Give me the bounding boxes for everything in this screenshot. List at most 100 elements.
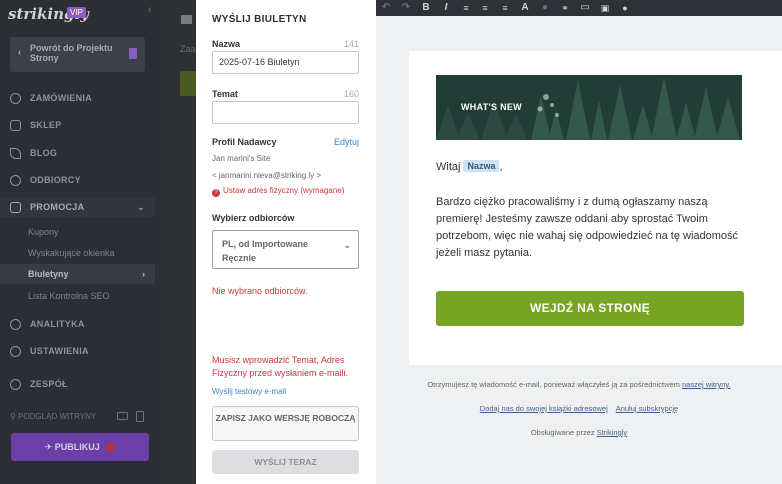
sidebar-item-label: BLOG: [30, 148, 58, 158]
sidebar-item-label: ODBIORCY: [30, 175, 81, 185]
send-test-email-link[interactable]: Wyślij testowy e-mail: [212, 387, 286, 396]
email-canvas[interactable]: WHAT'S NEW Witaj Nazwa, Bardzo ciężko pra…: [409, 51, 782, 365]
align-right-icon[interactable]: ≡: [499, 2, 511, 14]
sidebar-subitem-newsletters[interactable]: Biuletyny ›: [0, 264, 155, 284]
send-now-button[interactable]: WYŚLIJ TERAZ: [212, 450, 359, 474]
text-color-icon[interactable]: A: [519, 2, 531, 14]
chevron-left-icon: ‹: [18, 47, 22, 58]
analytics-icon: [10, 319, 21, 330]
search-icon: ⚲: [10, 412, 16, 421]
recipients-select[interactable]: PL, od Importowane Ręcznie ⌄: [212, 230, 359, 269]
banner-image[interactable]: WHAT'S NEW: [436, 75, 742, 140]
envelope-icon: [181, 15, 192, 24]
sidebar-item-shop[interactable]: SKLEP: [0, 115, 155, 135]
recipients-value: PL, od Importowane Ręcznie: [222, 239, 309, 263]
sidebar-item-blog[interactable]: BLOG: [0, 143, 155, 163]
chevron-down-icon: ⌄: [137, 202, 145, 212]
name-input[interactable]: 2025-07-16 Biuletyn: [212, 51, 359, 74]
italic-icon[interactable]: I: [440, 2, 452, 14]
sidebar-item-label: PROMOCJA: [30, 202, 85, 212]
sidebar-item-audience[interactable]: ODBIORCY: [0, 170, 155, 190]
sidebar-item-settings[interactable]: USTAWIENIA: [0, 341, 155, 361]
team-icon: [10, 379, 21, 390]
name-merge-tag[interactable]: Nazwa: [463, 160, 500, 172]
shop-icon: [10, 120, 21, 131]
back-to-site-label: Powrót do Projektu Strony: [30, 43, 113, 63]
address-warning[interactable]: ? Ustaw adres fizyczny (wymagane): [212, 186, 344, 197]
editor-toolbar: ↶ ↷ B I ≡ ≡ ≡ A ● ⚭ ▭ ▣ ●: [376, 0, 782, 16]
megaphone-icon: [10, 202, 21, 213]
save-draft-button[interactable]: ZAPISZ JAKO WERSJĘ ROBOCZĄ: [212, 406, 359, 441]
chevron-down-icon: ⌄: [343, 240, 351, 250]
sidebar-item-label: ANALITYKA: [30, 319, 85, 329]
newsletter-form-panel: WYŚLIJ BIULETYN Nazwa 141 2025-07-16 Biu…: [196, 0, 376, 484]
sidebar-item-orders[interactable]: ZAMÓWIENIA: [0, 88, 155, 108]
footer-text: Otrzymujesz tę wiadomość e-mail, poniewa…: [427, 380, 680, 389]
add-to-address-book-link[interactable]: Dodaj nas do swojej książki adresowej: [480, 404, 608, 413]
redo-icon[interactable]: ↷: [400, 2, 412, 14]
sender-email: < janmarini.nieva@striking.ly >: [212, 171, 322, 180]
sender-name: Jan marini's Site: [212, 154, 271, 163]
button-insert-icon[interactable]: ▭: [579, 2, 591, 14]
footer-line-3: Obsługiwane przez Strikingly: [376, 428, 782, 437]
subject-label: Temat: [212, 89, 238, 99]
greeting-text: Witaj: [436, 161, 461, 173]
sidebar: strikingly VIP ‹ ‹ Powrót do Projektu St…: [0, 0, 160, 484]
powered-by-text: Obsługiwane przez: [530, 428, 595, 437]
sidebar-item-team[interactable]: ZESPÓŁ: [0, 374, 155, 394]
question-icon: ?: [212, 189, 220, 197]
mobile-icon[interactable]: [136, 411, 144, 422]
highlight-icon[interactable]: ●: [539, 2, 551, 14]
publish-label: PUBLIKUJ: [54, 442, 100, 452]
undo-icon[interactable]: ↶: [380, 2, 392, 14]
sidebar-item-label: SKLEP: [30, 120, 62, 130]
banner-text: WHAT'S NEW: [461, 102, 522, 112]
sidebar-item-analytics[interactable]: ANALITYKA: [0, 314, 155, 334]
gear-icon: [10, 346, 21, 357]
desktop-icon[interactable]: [117, 412, 128, 420]
vip-badge: VIP: [67, 7, 86, 18]
align-center-icon[interactable]: ≡: [479, 2, 491, 14]
sidebar-item-label: ZAMÓWIENIA: [30, 93, 92, 103]
visit-site-button[interactable]: WEJDŹ NA STRONĘ: [436, 291, 744, 326]
bold-icon[interactable]: B: [420, 2, 432, 14]
address-warning-text: Ustaw adres fizyczny (wymagane): [223, 186, 345, 195]
image-icon[interactable]: ▣: [599, 2, 611, 14]
our-site-link[interactable]: naszej witryny.: [682, 380, 731, 389]
footer-line-2: Dodaj nas do swojej książki adresowej An…: [376, 404, 782, 413]
collapse-sidebar-icon[interactable]: ‹: [148, 4, 152, 16]
unsubscribe-link[interactable]: Anuluj subskrypcję: [616, 404, 679, 413]
email-body-text[interactable]: Bardzo ciężko pracowaliśmy i z dumą ogła…: [436, 194, 746, 262]
recipients-label: Wybierz odbiorców: [212, 213, 295, 223]
back-to-site-button[interactable]: ‹ Powrót do Projektu Strony: [10, 37, 145, 72]
link-icon[interactable]: ⚭: [559, 2, 571, 14]
sidebar-subitem-seo[interactable]: Lista Kontrolna SEO: [0, 286, 155, 306]
email-editor: ↶ ↷ B I ≡ ≡ ≡ A ● ⚭ ▭ ▣ ● WHAT'S NEW Wit…: [376, 0, 782, 484]
chevron-right-icon: ›: [142, 269, 145, 279]
rocket-icon: ✈: [44, 442, 53, 452]
page-icon: [129, 48, 137, 59]
name-label: Nazwa: [212, 39, 241, 49]
dollar-icon: [10, 93, 21, 104]
subject-error: Musisz wprowadzić Temat, Adres Fizyczny …: [212, 355, 349, 378]
sidebar-item-promo[interactable]: PROMOCJA ⌄: [0, 197, 155, 217]
strikingly-link[interactable]: Strikingly: [597, 428, 627, 437]
edit-sender-link[interactable]: Edytuj: [334, 137, 359, 147]
publish-button[interactable]: ✈ PUBLIKUJ: [11, 433, 149, 461]
background-button: [180, 71, 196, 96]
align-left-icon[interactable]: ≡: [460, 2, 472, 14]
no-recipients-error: Nie wybrano odbiorców.: [212, 286, 308, 296]
sidebar-subitem-popups[interactable]: Wyskakujące okienka: [0, 243, 155, 263]
sidebar-subitem-label: Biuletyny: [28, 269, 69, 279]
greeting-comma: ,: [499, 161, 503, 173]
subject-input[interactable]: [212, 101, 359, 124]
sender-profile-label: Profil Nadawcy: [212, 137, 277, 147]
footer-line-1: Otrzymujesz tę wiadomość e-mail, poniewa…: [376, 380, 782, 389]
background-text: Zaa: [180, 44, 196, 54]
greeting-line[interactable]: Witaj Nazwa,: [436, 160, 503, 173]
person-icon[interactable]: ●: [619, 2, 631, 14]
panel-title: WYŚLIJ BIULETYN: [212, 14, 307, 25]
sidebar-subitem-coupons[interactable]: Kupony: [0, 222, 155, 242]
name-char-count: 141: [343, 39, 359, 49]
audience-icon: [10, 175, 21, 186]
